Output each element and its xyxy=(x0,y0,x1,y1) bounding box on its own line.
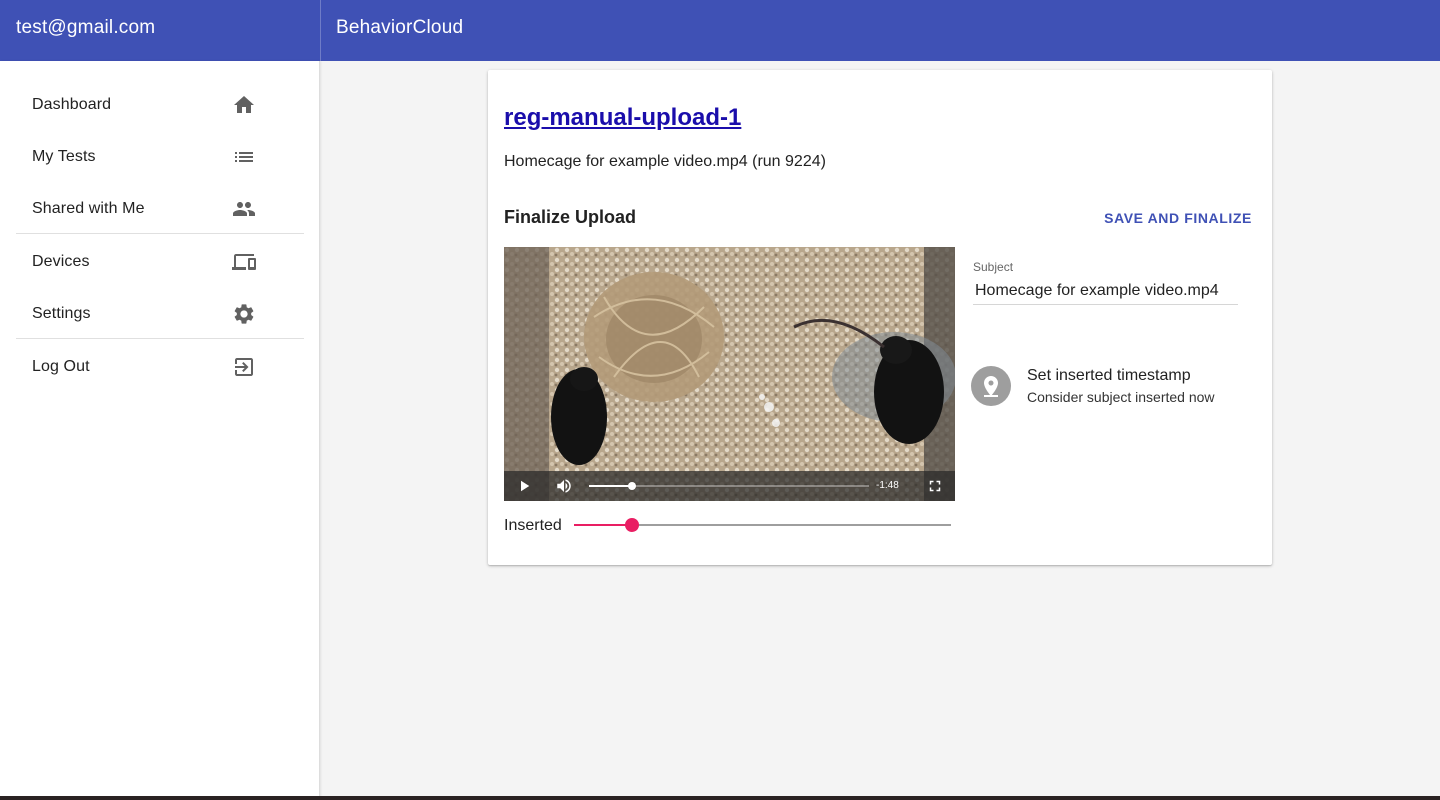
video-progress-knob[interactable] xyxy=(628,482,637,490)
app-bar: test@gmail.com BehaviorCloud xyxy=(0,0,1440,61)
inserted-slider-label: Inserted xyxy=(504,517,562,534)
slider-filled-track xyxy=(574,524,633,526)
people-icon xyxy=(233,202,255,216)
sidebar-item-label: Settings xyxy=(32,305,91,322)
set-inserted-timestamp-item[interactable]: Set inserted timestamp Consider subject … xyxy=(971,366,1261,410)
sidebar-item-log-out[interactable]: Log Out xyxy=(16,341,304,393)
fullscreen-icon[interactable] xyxy=(926,477,944,495)
bottom-edge xyxy=(0,796,1440,800)
inserted-slider[interactable] xyxy=(574,516,951,536)
location-pin-icon xyxy=(984,376,998,397)
sidebar-item-shared-with-me[interactable]: Shared with Me xyxy=(16,183,304,235)
sidebar-divider xyxy=(16,338,304,339)
timestamp-primary-text: Set inserted timestamp xyxy=(1027,367,1191,384)
sidebar: Dashboard My Tests Shared with Me Device… xyxy=(0,61,320,800)
video-progress-bar[interactable] xyxy=(589,482,869,490)
sidebar-divider xyxy=(16,233,304,234)
list-icon xyxy=(235,152,253,162)
video-controls: -1:48 xyxy=(504,471,955,501)
timestamp-secondary-text: Consider subject inserted now xyxy=(1027,389,1215,405)
video-player[interactable]: -1:48 xyxy=(504,247,955,501)
play-icon[interactable] xyxy=(515,477,533,495)
app-title: BehaviorCloud xyxy=(336,17,464,38)
home-icon xyxy=(234,96,254,113)
sidebar-item-label: Shared with Me xyxy=(32,200,145,217)
sidebar-item-settings[interactable]: Settings xyxy=(16,288,304,340)
sidebar-item-label: Log Out xyxy=(32,358,90,375)
sidebar-item-devices[interactable]: Devices xyxy=(16,236,304,288)
sidebar-item-my-tests[interactable]: My Tests xyxy=(16,131,304,183)
slider-thumb[interactable] xyxy=(625,518,640,532)
section-title: Finalize Upload xyxy=(504,207,637,227)
subject-input[interactable] xyxy=(973,277,1238,305)
video-progress-fill xyxy=(589,485,633,487)
test-link[interactable]: reg-manual-upload-1 xyxy=(504,104,741,132)
timestamp-avatar xyxy=(971,366,1011,406)
save-and-finalize-button[interactable]: SAVE AND FINALIZE xyxy=(1100,203,1252,233)
sidebar-item-label: My Tests xyxy=(32,148,96,165)
logout-icon xyxy=(235,358,253,376)
user-email: test@gmail.com xyxy=(16,17,156,38)
gear-icon xyxy=(234,304,254,324)
subject-label: Subject xyxy=(973,260,1014,274)
run-subtitle: Homecage for example video.mp4 (run 9224… xyxy=(504,153,826,170)
video-frame xyxy=(504,247,955,501)
sidebar-item-label: Devices xyxy=(32,253,90,270)
devices-icon xyxy=(232,254,256,270)
sidebar-item-dashboard[interactable]: Dashboard xyxy=(16,79,304,131)
appbar-divider xyxy=(320,0,321,61)
time-remaining: -1:48 xyxy=(876,480,899,491)
sidebar-item-label: Dashboard xyxy=(32,96,112,113)
finalize-upload-card: reg-manual-upload-1 Homecage for example… xyxy=(488,70,1272,565)
volume-icon[interactable] xyxy=(555,477,573,495)
